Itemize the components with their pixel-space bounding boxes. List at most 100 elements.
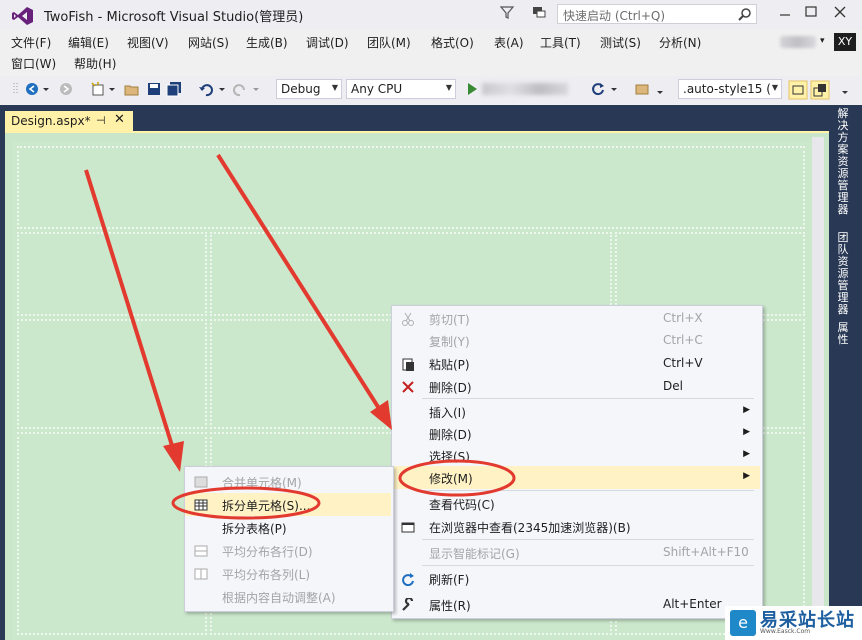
new-project-icon[interactable] [90,81,106,97]
menu-separator [422,490,754,491]
configuration-select[interactable]: Debug ▼ [276,79,342,99]
refresh-dropdown-icon[interactable] [610,81,618,97]
submenu-arrow-icon: ▶ [743,427,750,437]
redo-icon[interactable] [232,81,248,97]
show-borders-icon[interactable] [788,80,808,100]
scissors-icon [402,312,414,326]
toolbar-overflow-icon[interactable] [656,81,664,97]
context-menu-item-label: 剪切(T) [429,313,470,327]
watermark-logo-icon: e [730,610,756,636]
side-tab-solution-explorer[interactable]: 解决方案资源管理器 [836,108,850,216]
menu-item-3[interactable]: 网站(S) [188,34,229,51]
context-menu-item-label: 插入(I) [429,406,466,420]
save-icon[interactable] [146,81,162,97]
context-menu-item-label: 查看代码(C) [429,498,495,512]
context-menu-item: 复制(Y) Ctrl+C [392,329,760,352]
style-select[interactable]: .auto-style15 ( ▼ [678,79,782,99]
context-menu-item[interactable]: 属性(R) Alt+Enter [392,593,760,616]
context-menu-item-label: 刷新(F) [429,573,470,587]
submenu-item[interactable]: 拆分单元格(S)... [185,493,391,516]
back-icon[interactable] [24,81,40,97]
menu-item-2[interactable]: 视图(V) [127,34,169,51]
undo-icon[interactable] [198,81,214,97]
menu-item-1[interactable]: 编辑(E) [68,34,109,51]
quick-launch-input[interactable]: 快速启动 (Ctrl+Q) [557,4,757,24]
menu-item-9[interactable]: 工具(T) [540,34,581,51]
close-window-icon[interactable] [828,2,852,22]
start-debug-icon[interactable] [464,81,480,97]
platform-select[interactable]: Any CPU ▼ [346,79,456,99]
menu-item-row2-1[interactable]: 帮助(H) [74,55,116,72]
context-menu-item[interactable]: 插入(I) ▶ [392,400,760,423]
submenu-item-label: 拆分表格(P) [222,522,287,536]
platform-value: Any CPU [351,82,403,96]
watermark-subtext: Www.Easck.Com [760,628,811,635]
menu-item-row2-0[interactable]: 窗口(W) [11,55,56,72]
table-cell[interactable] [16,231,208,317]
user-menu-caret[interactable]: ▾ [820,36,825,46]
avatar[interactable]: XY [834,33,856,51]
context-menu-item[interactable]: 删除(D) Del [392,375,760,398]
menu-item-0[interactable]: 文件(F) [11,34,51,51]
open-file-icon[interactable] [124,81,140,97]
context-menu-item-label: 选择(S) [429,450,470,464]
browser-link-icon[interactable] [634,81,650,97]
context-menu-item[interactable]: 选择(S) ▶ [392,444,760,467]
pin-icon[interactable]: ⊣ [96,114,106,127]
table-cell[interactable] [16,318,208,430]
submenu-item-label: 合并单元格(M) [222,476,302,490]
menu-item-6[interactable]: 团队(M) [367,34,411,51]
context-menu-item-shortcut: Alt+Enter [663,597,722,611]
refresh-browser-icon[interactable] [590,81,606,97]
context-menu-item: 显示智能标记(G) Shift+Alt+F10 [392,541,760,564]
filter-icon[interactable] [498,3,516,21]
toolbar-grip-icon[interactable] [8,81,24,97]
menu-item-5[interactable]: 调试(D) [306,34,349,51]
tab-close-icon[interactable]: ✕ [114,112,125,127]
menu-item-11[interactable]: 分析(N) [659,34,701,51]
redo-dropdown-icon[interactable] [252,81,260,97]
minimize-icon[interactable] [773,2,797,22]
context-menu-item[interactable]: 粘贴(P) Ctrl+V [392,352,760,375]
visual-studio-logo-icon [12,7,33,25]
vertical-scrollbar[interactable] [812,137,824,637]
context-menu-item-shortcut: Shift+Alt+F10 [663,545,749,559]
back-dropdown-icon[interactable] [42,81,50,97]
undo-dropdown-icon[interactable] [218,81,226,97]
position-icon[interactable] [810,80,830,100]
feedback-icon[interactable] [530,3,548,21]
menu-separator [422,565,754,566]
context-menu-item-shortcut: Del [663,379,683,393]
context-menu-item-label: 复制(Y) [429,335,470,349]
menu-item-10[interactable]: 测试(S) [600,34,641,51]
start-browser-label-blurred[interactable] [482,83,568,95]
submenu-item[interactable]: 拆分表格(P) [185,516,391,539]
submenu-item-label: 平均分布各行(D) [222,545,313,559]
context-menu-item[interactable]: 在浏览器中查看(2345加速浏览器)(B) [392,515,760,538]
toolbar-options-icon[interactable] [840,81,850,97]
maximize-icon[interactable] [799,2,823,22]
menu-separator [422,539,754,540]
submenu-arrow-icon: ▶ [743,449,750,459]
context-menu-item[interactable]: 修改(M) ▶ [392,466,760,489]
context-menu-item-shortcut: Ctrl+X [663,311,703,325]
menu-item-8[interactable]: 表(A) [494,34,524,51]
forward-icon[interactable] [58,81,74,97]
user-name-blurred[interactable] [780,36,816,48]
search-icon[interactable] [738,7,752,21]
context-menu-item-label: 粘贴(P) [429,358,470,372]
context-menu-item-label: 删除(D) [429,381,472,395]
save-all-icon[interactable] [166,81,182,97]
context-menu-item[interactable]: 查看代码(C) [392,492,760,515]
new-dropdown-icon[interactable] [108,81,116,97]
menu-separator [422,398,754,399]
table-cell[interactable] [16,145,806,230]
menu-item-4[interactable]: 生成(B) [246,34,288,51]
context-menu-item[interactable]: 删除(D) ▶ [392,422,760,445]
side-tab-team-explorer[interactable]: 团队资源管理器 [836,232,850,316]
merge-cells-icon [194,476,208,488]
table-cell[interactable] [16,431,208,636]
context-menu-item[interactable]: 刷新(F) [392,567,760,590]
side-tab-properties[interactable]: 属性 [836,322,850,346]
menu-item-7[interactable]: 格式(O) [431,34,474,51]
